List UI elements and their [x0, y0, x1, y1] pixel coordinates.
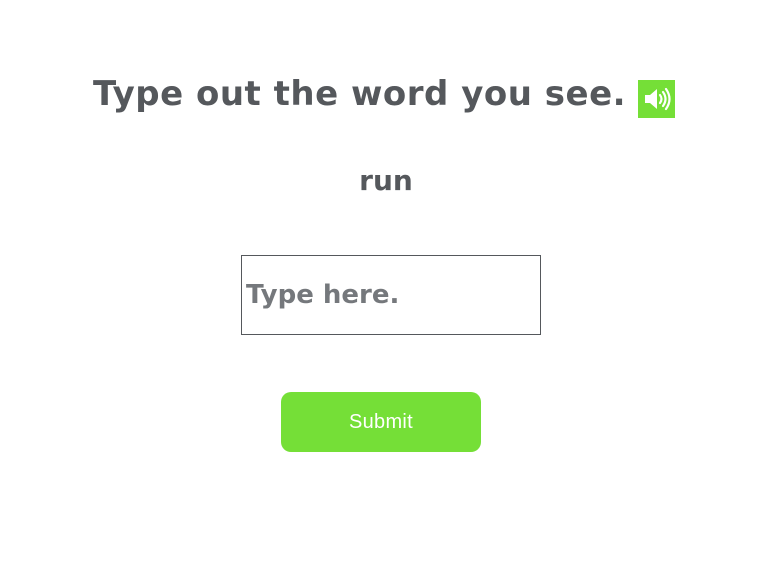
prompt-title: Type out the word you see.: [92, 74, 627, 114]
submit-button[interactable]: Submit: [281, 392, 481, 452]
target-word: run: [359, 164, 413, 197]
exercise-page: Type out the word you see. run Submit: [0, 0, 766, 568]
answer-input[interactable]: [241, 255, 541, 335]
play-audio-button[interactable]: [638, 80, 676, 118]
speaker-icon: [644, 87, 671, 111]
prompt-row: Type out the word you see.: [0, 70, 766, 118]
